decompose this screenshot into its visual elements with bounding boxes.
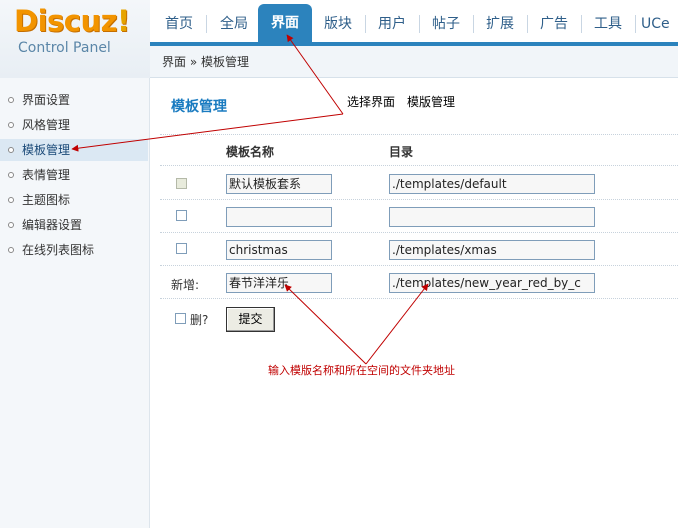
- arrow-to-dir-input: [365, 283, 429, 365]
- arrow-to-sidebar-item: [71, 113, 344, 152]
- annotation-arrows: [71, 34, 429, 365]
- arrow-to-nav-tab: [286, 34, 344, 115]
- arrow-to-name-input: [284, 284, 367, 365]
